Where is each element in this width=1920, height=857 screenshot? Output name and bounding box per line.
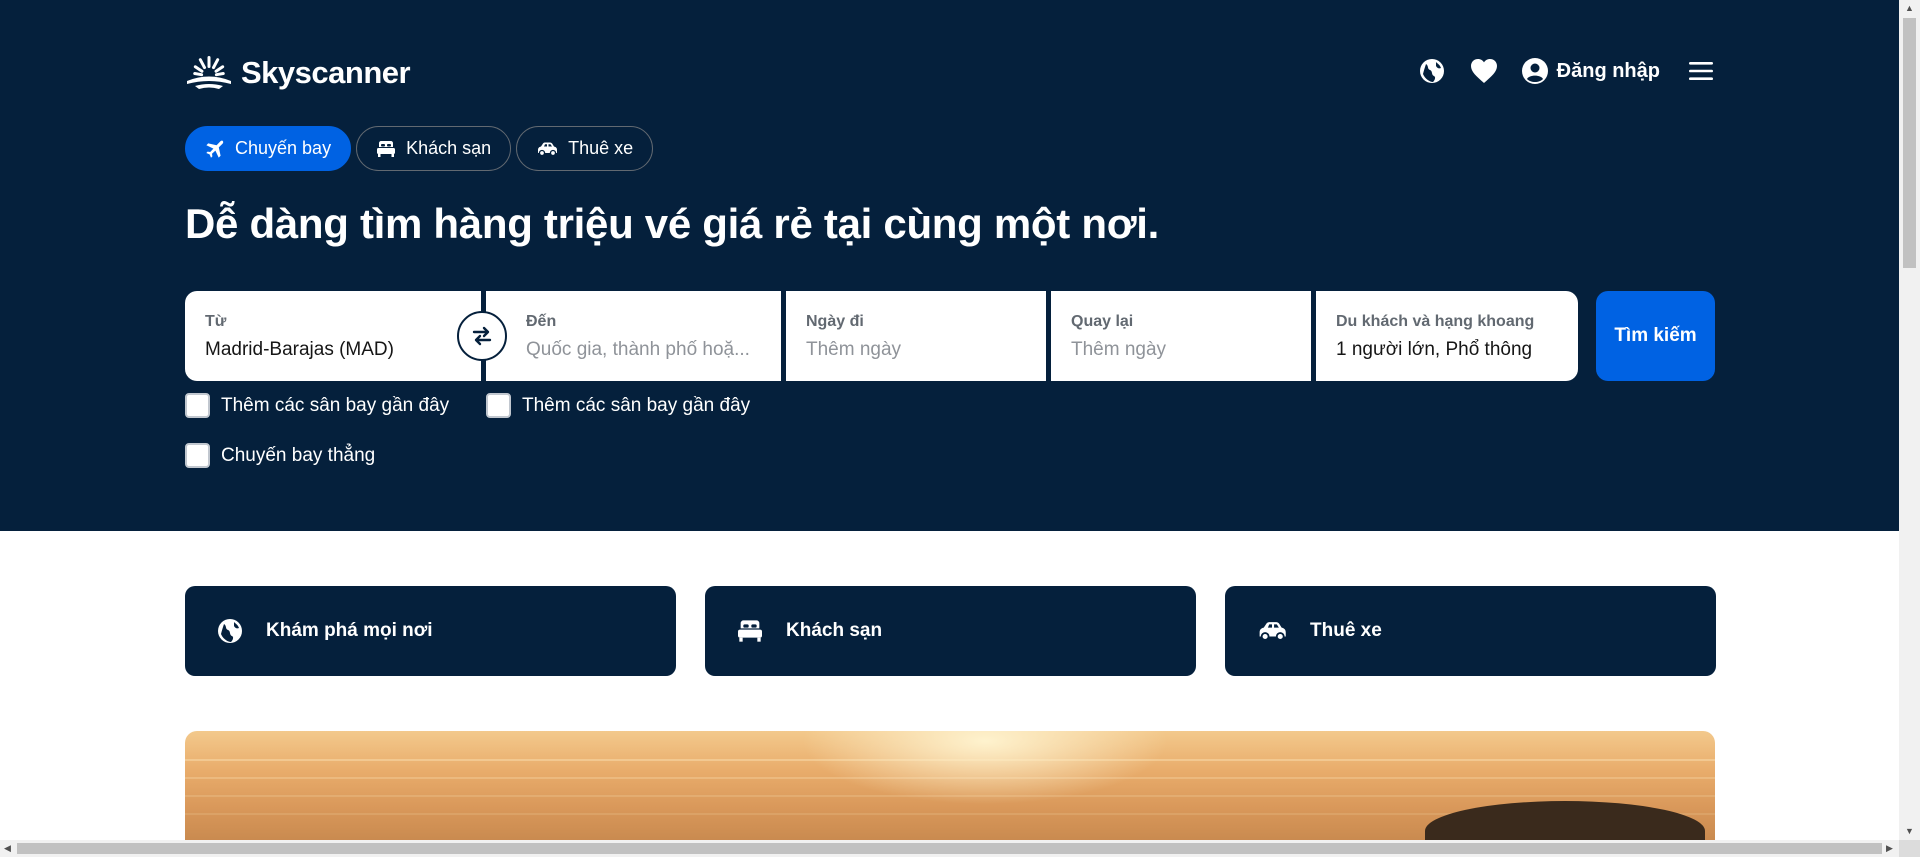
skyscanner-logo[interactable]: Skyscanner bbox=[185, 55, 411, 91]
bed-icon bbox=[377, 140, 396, 157]
nearby-to-airports-option[interactable]: Thêm các sân bay gần đây bbox=[486, 393, 750, 418]
scrollbar-corner bbox=[1899, 840, 1920, 857]
tab-car-hire[interactable]: Thuê xe bbox=[516, 126, 654, 171]
scroll-left-arrow-icon[interactable]: ◀ bbox=[4, 843, 11, 854]
explore-everywhere-label: Khám phá mọi nơi bbox=[266, 620, 433, 641]
direct-flights-option[interactable]: Chuyến bay thẳng bbox=[185, 443, 375, 468]
from-value[interactable]: Madrid-Barajas (MAD) bbox=[205, 339, 461, 361]
sunrise-logo-icon bbox=[187, 56, 231, 89]
car-hire-card-label: Thuê xe bbox=[1310, 620, 1382, 641]
travellers-value[interactable]: 1 người lớn, Phổ thông bbox=[1336, 339, 1558, 361]
water-ripple bbox=[185, 795, 1715, 797]
swap-button[interactable] bbox=[457, 311, 507, 361]
travellers-cabin-field[interactable]: Du khách và hạng khoang 1 người lớn, Phổ… bbox=[1316, 291, 1578, 381]
menu-icon[interactable] bbox=[1686, 56, 1716, 86]
direct-flights-checkbox[interactable] bbox=[185, 443, 210, 468]
tab-hotels[interactable]: Khách sạn bbox=[356, 126, 512, 171]
vertical-scrollbar[interactable]: ▲ ▼ bbox=[1899, 0, 1920, 840]
globe-icon bbox=[218, 619, 242, 643]
swap-arrows-icon bbox=[472, 326, 492, 346]
globe-icon[interactable] bbox=[1417, 56, 1447, 86]
plane-icon bbox=[206, 140, 224, 158]
nearby-to-label: Thêm các sân bay gần đây bbox=[522, 394, 751, 416]
login-button[interactable]: Đăng nhập bbox=[1521, 57, 1660, 85]
depart-label: Ngày đi bbox=[806, 313, 864, 330]
from-label: Từ bbox=[205, 313, 227, 330]
nearby-to-checkbox[interactable] bbox=[486, 393, 511, 418]
flight-search-form: Từ Madrid-Barajas (MAD) Đến Quốc gia, th… bbox=[185, 291, 1715, 381]
depart-date-field[interactable]: Ngày đi Thêm ngày bbox=[786, 291, 1046, 381]
scroll-down-arrow-icon[interactable]: ▼ bbox=[1905, 826, 1914, 836]
to-field[interactable]: Đến Quốc gia, thành phố hoặ... bbox=[486, 291, 781, 381]
horizontal-scroll-thumb[interactable] bbox=[17, 843, 1882, 854]
return-input[interactable]: Thêm ngày bbox=[1071, 339, 1291, 361]
horizontal-scrollbar[interactable]: ◀ ▶ bbox=[0, 840, 1899, 857]
travellers-label: Du khách và hạng khoang bbox=[1336, 313, 1535, 330]
tab-car-hire-label: Thuê xe bbox=[568, 138, 634, 158]
depart-input[interactable]: Thêm ngày bbox=[806, 339, 1026, 361]
hotels-card[interactable]: Khách sạn bbox=[705, 586, 1196, 676]
tab-hotels-label: Khách sạn bbox=[406, 138, 492, 158]
product-tabs: Chuyến bay Khách sạn Thuê xe bbox=[185, 126, 654, 171]
rock-silhouette bbox=[1425, 801, 1705, 841]
explore-everywhere-card[interactable]: Khám phá mọi nơi bbox=[185, 586, 676, 676]
hotels-card-label: Khách sạn bbox=[786, 620, 883, 641]
return-date-field[interactable]: Quay lại Thêm ngày bbox=[1051, 291, 1311, 381]
logo-text: Skyscanner bbox=[241, 55, 411, 90]
car-hire-card[interactable]: Thuê xe bbox=[1225, 586, 1716, 676]
tab-flights[interactable]: Chuyến bay bbox=[185, 126, 352, 171]
login-label: Đăng nhập bbox=[1556, 59, 1660, 82]
to-label: Đến bbox=[526, 313, 557, 330]
vertical-scroll-thumb[interactable] bbox=[1903, 18, 1916, 268]
scroll-up-arrow-icon[interactable]: ▲ bbox=[1905, 3, 1914, 13]
header-actions: Đăng nhập bbox=[1417, 56, 1716, 86]
search-button[interactable]: Tìm kiếm bbox=[1596, 291, 1715, 381]
nearby-from-checkbox[interactable] bbox=[185, 393, 210, 418]
page-title: Dễ dàng tìm hàng triệu vé giá rẻ tại cùn… bbox=[185, 200, 1159, 247]
water-ripple bbox=[185, 759, 1715, 761]
promo-banner-image bbox=[185, 731, 1715, 841]
nearby-from-airports-option[interactable]: Thêm các sân bay gần đây bbox=[185, 393, 449, 418]
scroll-right-arrow-icon[interactable]: ▶ bbox=[1886, 843, 1893, 854]
bed-icon bbox=[738, 620, 762, 642]
car-icon bbox=[1259, 622, 1286, 641]
return-label: Quay lại bbox=[1071, 313, 1134, 330]
direct-flights-label: Chuyến bay thẳng bbox=[221, 444, 376, 466]
from-field[interactable]: Từ Madrid-Barajas (MAD) bbox=[185, 291, 481, 381]
water-ripple bbox=[185, 777, 1715, 779]
to-input[interactable]: Quốc gia, thành phố hoặ... bbox=[526, 339, 761, 361]
nearby-from-label: Thêm các sân bay gần đây bbox=[221, 394, 450, 416]
tab-flights-label: Chuyến bay bbox=[235, 138, 332, 158]
user-icon bbox=[1521, 58, 1548, 84]
car-icon bbox=[538, 142, 558, 156]
heart-icon[interactable] bbox=[1469, 56, 1499, 86]
